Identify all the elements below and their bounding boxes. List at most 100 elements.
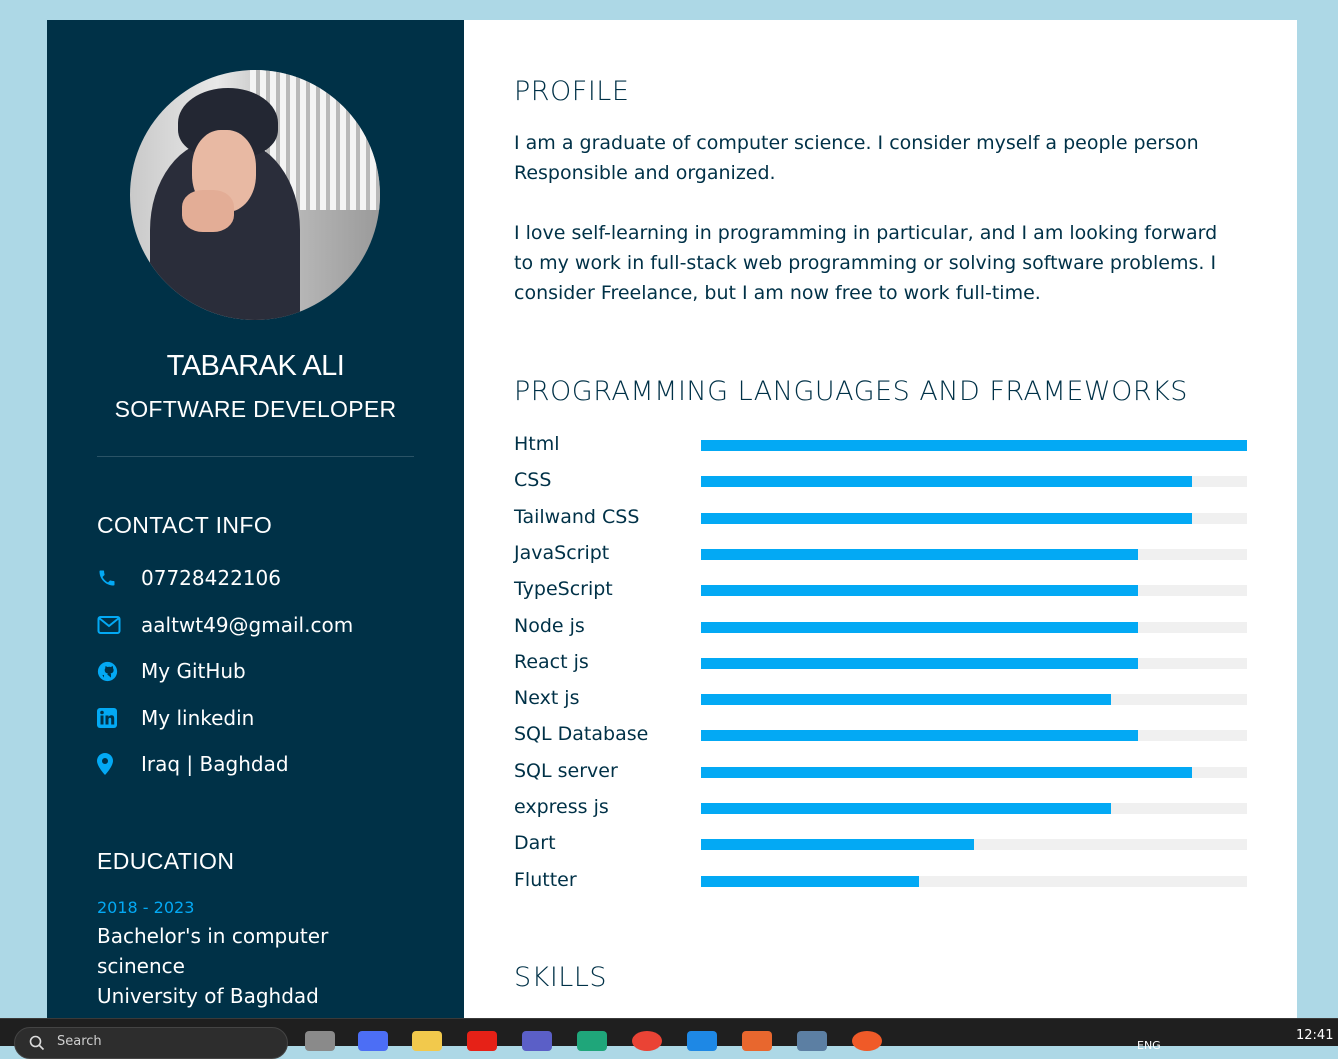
skill-label: express js — [514, 796, 609, 818]
skill-label: Next js — [514, 687, 580, 710]
skill-label: Node js — [514, 614, 585, 637]
skill-bar-fill — [701, 512, 1193, 524]
skill-bar-track — [701, 548, 1247, 560]
skill-bar-fill — [701, 839, 974, 851]
skill-row: Dart — [514, 829, 1247, 859]
linkedin-icon — [97, 707, 141, 729]
skill-bar-track — [701, 694, 1247, 706]
postman-icon[interactable] — [852, 1031, 882, 1051]
skill-bar-track — [701, 766, 1247, 778]
location-pin-icon — [97, 753, 141, 775]
email-icon — [97, 614, 141, 636]
skill-label: Flutter — [514, 868, 577, 891]
taskbar-app-icon[interactable] — [305, 1031, 335, 1051]
clock-time[interactable]: 12:41 — [1296, 1028, 1333, 1043]
skill-label: Dart — [514, 832, 556, 855]
profile-line: to my work in full-stack web programming… — [514, 252, 1217, 274]
profile-line: I love self-learning in programming in p… — [514, 222, 1218, 244]
skill-label: TypeScript — [514, 578, 613, 601]
contact-email-text: aaltwt49@gmail.com — [141, 613, 354, 637]
skill-row: SQL Database — [514, 720, 1247, 750]
skill-bar-fill — [701, 730, 1138, 742]
skill-bar-track — [701, 476, 1247, 488]
postgres-icon[interactable] — [797, 1031, 827, 1051]
education-heading: EDUCATION — [97, 848, 235, 874]
skill-row: JavaScript — [514, 539, 1247, 569]
sidebar-divider — [97, 456, 414, 457]
skill-bar-track — [701, 839, 1247, 851]
education-university: University of Baghdad — [97, 984, 319, 1008]
vscode-icon[interactable] — [687, 1031, 717, 1051]
github-icon — [97, 660, 141, 682]
skill-bar-fill — [701, 548, 1138, 560]
skill-label: JavaScript — [514, 541, 610, 564]
skill-row: React js — [514, 648, 1247, 678]
language-indicator[interactable]: ENG — [1137, 1039, 1161, 1052]
xampp-icon[interactable] — [742, 1031, 772, 1051]
skill-row: Node js — [514, 612, 1247, 642]
languages-heading: PROGRAMMING LANGUAGES AND FRAMEWORKS — [514, 376, 1188, 407]
contact-github-text: My GitHub — [141, 659, 246, 683]
chrome-icon[interactable] — [632, 1031, 662, 1051]
os-taskbar: Search ENG 12:41 — [0, 1018, 1338, 1059]
skill-label: Html — [514, 433, 560, 455]
skill-label: SQL Database — [514, 723, 649, 746]
teams-icon[interactable] — [522, 1031, 552, 1051]
skill-bar-track — [701, 440, 1247, 451]
education-degree-line-2: scinence — [97, 954, 185, 978]
skill-row: Tailwand CSS — [514, 503, 1247, 533]
youtube-icon[interactable] — [467, 1031, 497, 1051]
skill-bar-track — [701, 875, 1247, 887]
skill-label: SQL server — [514, 759, 618, 782]
skill-bar-fill — [701, 694, 1111, 706]
skill-label: React js — [514, 650, 589, 673]
edge-icon[interactable] — [577, 1031, 607, 1051]
contact-linkedin-text: My linkedin — [141, 706, 255, 730]
file-explorer-icon[interactable] — [412, 1031, 442, 1051]
search-icon — [29, 1035, 45, 1051]
profile-name: TABARAK ALI — [166, 350, 345, 382]
phone-icon — [97, 567, 141, 589]
skill-row: Flutter — [514, 866, 1247, 896]
taskbar-search-box[interactable]: Search — [14, 1027, 288, 1059]
skill-bar-fill — [701, 585, 1138, 597]
skill-row: SQL server — [514, 757, 1247, 787]
skill-bar-fill — [701, 621, 1138, 633]
skill-bar-fill — [701, 440, 1247, 451]
contact-location-text: Iraq | Baghdad — [141, 752, 289, 776]
skill-row: CSS — [514, 466, 1247, 496]
skill-row: TypeScript — [514, 575, 1247, 605]
skill-bar-fill — [701, 766, 1193, 778]
skill-bar-track — [701, 585, 1247, 597]
education-year: 2018 - 2023 — [97, 898, 195, 917]
skill-bar-fill — [701, 476, 1193, 488]
skill-row: Html — [514, 430, 1247, 460]
contact-github[interactable]: My GitHub — [97, 656, 246, 686]
profile-line: Responsible and organized. — [514, 162, 776, 184]
taskbar-search-placeholder: Search — [57, 1034, 102, 1049]
skill-bar-track — [701, 512, 1247, 524]
skill-row: express js — [514, 793, 1247, 823]
contact-phone[interactable]: 07728422106 — [97, 563, 281, 593]
contact-linkedin[interactable]: My linkedin — [97, 703, 254, 733]
skill-label: CSS — [514, 469, 552, 492]
copilot-icon[interactable] — [358, 1031, 388, 1051]
resume-page: TABARAK ALI SOFTWARE DEVELOPER CONTACT I… — [47, 20, 1297, 1020]
profile-heading: PROFILE — [514, 76, 630, 107]
photo-hand — [182, 190, 234, 232]
skill-row: Next js — [514, 684, 1247, 714]
skill-bar-fill — [701, 875, 920, 887]
skill-bar-track — [701, 730, 1247, 742]
skill-bar-track — [701, 803, 1247, 814]
education-degree-line-1: Bachelor's in computer — [97, 924, 329, 948]
profile-paragraph-2: I love self-learning in programming in p… — [514, 218, 1254, 308]
profile-line: I am a graduate of computer science. I c… — [514, 132, 1199, 154]
skills-heading: SKILLS — [514, 962, 608, 993]
contact-phone-text: 07728422106 — [141, 566, 281, 590]
profile-title: SOFTWARE DEVELOPER — [114, 396, 397, 422]
contact-email[interactable]: aaltwt49@gmail.com — [97, 610, 353, 640]
contact-heading: CONTACT INFO — [97, 512, 273, 538]
sidebar: TABARAK ALI SOFTWARE DEVELOPER CONTACT I… — [47, 20, 464, 1020]
skill-label: Tailwand CSS — [514, 505, 640, 528]
skill-bar-fill — [701, 803, 1111, 814]
